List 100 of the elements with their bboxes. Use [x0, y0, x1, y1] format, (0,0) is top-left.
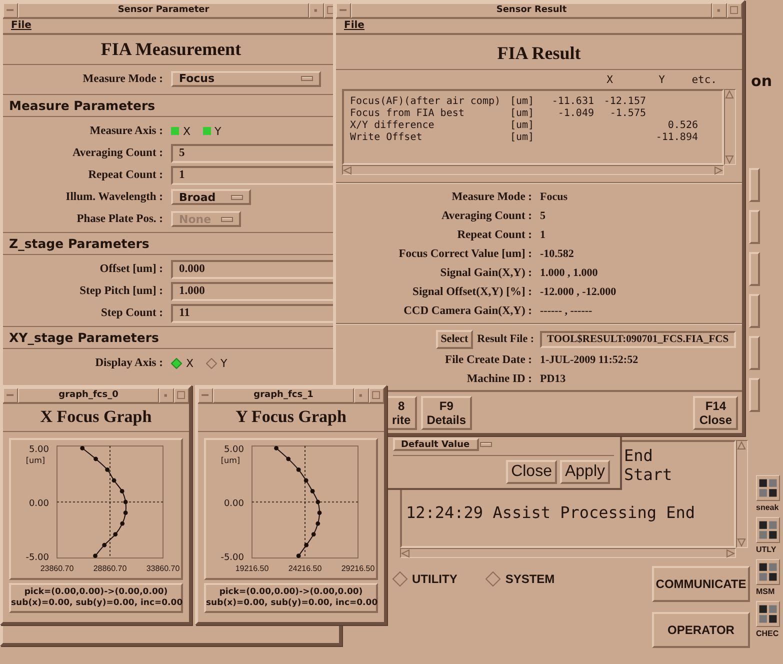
command-button[interactable]: OPERATOR [652, 612, 750, 648]
select-button[interactable]: Select [436, 330, 474, 348]
radio-label: SYSTEM [505, 572, 555, 586]
scroll-left-arrow-icon[interactable] [343, 166, 352, 175]
scroll-down-arrow-icon[interactable] [737, 538, 746, 547]
radio-button[interactable] [171, 358, 182, 368]
table-cell-text: Focus(AF)(after air comp) [350, 96, 502, 108]
axis-tick-label: -5.00 [220, 552, 244, 563]
dropdown-indicator-icon [231, 194, 243, 200]
table-cell-text: -1.049 [556, 108, 594, 120]
log-line: Start [624, 465, 674, 484]
data-point [274, 446, 278, 450]
window-menu-icon[interactable] [3, 3, 18, 18]
field-label: Phase Plate Pos. : [76, 213, 164, 225]
maximize-icon[interactable] [369, 388, 384, 403]
data-point [304, 478, 308, 483]
menu-item[interactable]: File [11, 20, 32, 31]
button[interactable] [749, 252, 760, 286]
maximize-icon[interactable] [174, 388, 189, 403]
scroll-up-arrow-icon[interactable] [737, 441, 746, 450]
table-cell-text: X/Y difference [350, 120, 436, 132]
dialog-button[interactable]: Close [506, 460, 557, 484]
grid-icon[interactable] [756, 475, 780, 501]
dropdown[interactable]: Focus [171, 70, 321, 86]
maximize-icon[interactable] [727, 3, 742, 18]
axis-unit-label: [um] [220, 456, 240, 466]
function-key-button[interactable]: F9 Details [420, 396, 472, 430]
checkbox[interactable] [171, 127, 179, 135]
data-point [296, 554, 301, 558]
button[interactable] [749, 210, 760, 244]
data-point [311, 532, 316, 536]
scroll-left-arrow-icon[interactable] [401, 549, 410, 558]
dialog-button[interactable]: Apply [560, 460, 610, 484]
graph-heading: X Focus Graph [3, 404, 189, 432]
axis-tick-label: 5.00 [28, 445, 49, 456]
function-key-button[interactable]: 8 rite [386, 396, 417, 430]
field-label: Signal Offset(X,Y) [%] : [412, 286, 533, 298]
radio-button[interactable] [392, 571, 408, 587]
data-point [123, 510, 128, 515]
axis-tick-label: -5.00 [26, 552, 49, 563]
scroll-right-arrow-icon[interactable] [726, 549, 735, 558]
data-point [310, 489, 315, 494]
grid-icon[interactable] [756, 517, 780, 543]
dropdown-indicator-icon [480, 442, 492, 447]
button[interactable] [749, 336, 760, 370]
menu-item[interactable]: File [344, 20, 364, 31]
checkbox[interactable] [202, 127, 211, 135]
minimize-icon[interactable] [712, 3, 727, 18]
table-cell-text: [um] [510, 96, 536, 108]
axis-tick-label: 0.00 [224, 499, 244, 509]
field-value: ------ , ------ [540, 304, 592, 316]
panel-heading: FIA Result [336, 35, 742, 70]
dropdown[interactable]: Broad [171, 189, 251, 205]
field-label: Repeat Count : [87, 169, 164, 181]
radio-button[interactable] [485, 571, 502, 587]
button[interactable] [749, 294, 760, 328]
horizontal-scrollbar[interactable] [400, 548, 736, 558]
column-header: Y [658, 74, 665, 86]
window-menu-icon[interactable] [336, 3, 351, 18]
data-point [80, 446, 85, 450]
horizontal-scrollbar[interactable] [342, 165, 724, 175]
grid-icon[interactable] [756, 601, 780, 627]
field-label: Signal Gain(X,Y) : [439, 266, 533, 278]
function-key-button[interactable]: F14 Close [693, 396, 738, 430]
field-label: Result File : [477, 333, 534, 345]
field-label: Focus Correct Value [um] : [398, 248, 533, 260]
command-button[interactable]: COMMUNICATE [652, 566, 750, 602]
field-label: File Create Date : [444, 354, 533, 366]
minimize-icon[interactable] [354, 388, 369, 403]
table-cell-text: -11.894 [654, 132, 698, 144]
field-label: Repeat Count : [456, 228, 533, 240]
window-title: Sensor Result [351, 3, 712, 18]
field-label: Averaging Count : [71, 147, 164, 159]
grid-icon[interactable] [756, 559, 780, 585]
scroll-up-arrow-icon[interactable] [725, 90, 734, 99]
data-point [296, 468, 301, 472]
axis-tick-label: 33860.70 [146, 564, 180, 573]
vertical-scrollbar[interactable] [736, 440, 748, 548]
tool-label: sneak [756, 503, 779, 512]
window-menu-icon[interactable] [3, 388, 18, 403]
field-label: Display Axis : [94, 357, 164, 369]
checkbox-label: Y [214, 124, 222, 138]
scroll-right-arrow-icon[interactable] [714, 166, 723, 175]
text-input-field[interactable]: TOOL$RESULT:090701_FCS.FIA_FCS [540, 330, 736, 348]
button[interactable] [749, 378, 760, 412]
minimize-icon[interactable] [309, 3, 324, 18]
field-label: Illum. Wavelength : [64, 191, 164, 203]
scroll-down-arrow-icon[interactable] [725, 155, 734, 164]
dropdown-indicator-icon [221, 216, 234, 222]
button[interactable] [749, 168, 760, 202]
minimize-icon[interactable] [159, 388, 174, 403]
column-header: etc. [690, 74, 717, 86]
vertical-scrollbar[interactable] [724, 89, 736, 165]
window-title: graph_fcs_1 [213, 388, 354, 403]
window-menu-icon[interactable] [198, 388, 213, 403]
data-point [286, 456, 291, 462]
axis-tick-label: 28860.70 [93, 564, 127, 573]
radio-button[interactable] [206, 358, 217, 368]
axis-tick-label: 0.00 [28, 499, 49, 509]
data-point [316, 521, 320, 526]
